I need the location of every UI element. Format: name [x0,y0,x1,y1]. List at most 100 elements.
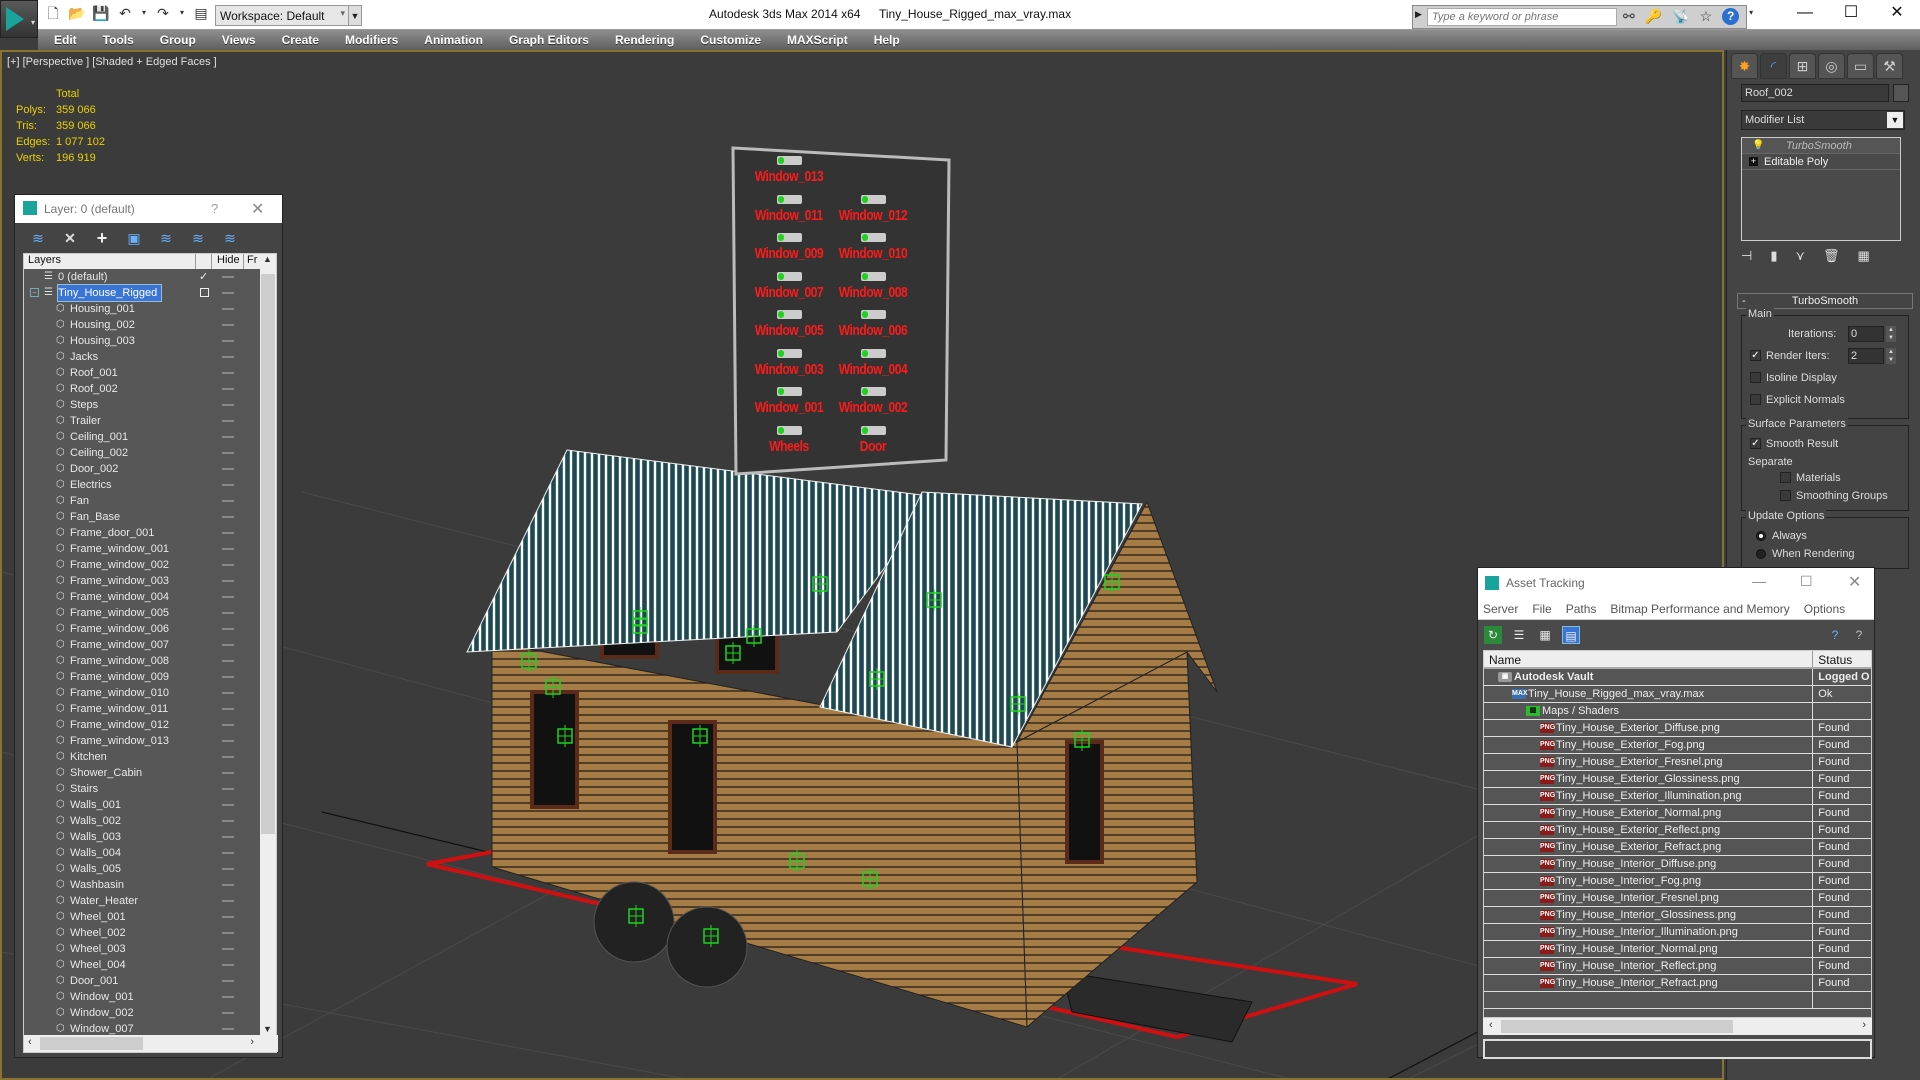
collapse-icon[interactable]: − [30,288,39,297]
rig-helper-icon[interactable] [545,676,561,698]
viewport-label[interactable]: [+] [Perspective ] [Shaded + Edged Faces… [7,56,217,68]
add-to-layer-icon[interactable]: + [93,229,111,247]
asset-row[interactable]: MAX Tiny_House_Rigged_max_vray.max Ok [1484,686,1871,703]
rig-helper-icon[interactable] [521,650,537,672]
control-board-item[interactable]: Window_012 [823,193,923,224]
layer-object-row[interactable]: ⬡ Wheel_001 [24,909,260,925]
layer-object-row[interactable]: ⬡ Electrics [24,477,260,493]
scroll-thumb[interactable] [1501,1020,1733,1033]
asset-row[interactable]: PNG Tiny_House_Interior_Illumination.png F… [1484,924,1871,941]
maximize-button[interactable]: ☐ [1828,0,1874,30]
asset-row[interactable]: PNG Tiny_House_Interior_Glossiness.png Fou… [1484,907,1871,924]
rig-helper-icon[interactable] [1074,729,1090,751]
layer-object-row[interactable]: ⬡ Frame_window_009 [24,669,260,685]
layer-object-row[interactable]: ⬡ Frame_window_012 [24,717,260,733]
hide-toggle[interactable] [222,708,234,710]
scroll-thumb[interactable] [40,1037,143,1050]
hide-toggle[interactable] [222,548,234,550]
app-menu-button[interactable]: ▾ [0,0,38,38]
rig-helper-icon[interactable] [862,868,878,890]
toggle-slider[interactable] [776,348,802,358]
hide-toggle[interactable] [222,868,234,870]
asset-row[interactable]: PNG Tiny_House_Exterior_Diffuse.png Found [1484,720,1871,737]
layer-object-row[interactable]: ⬡ Frame_window_004 [24,589,260,605]
asset-row[interactable]: PNG Tiny_House_Exterior_Fresnel.png Found [1484,754,1871,771]
layer-object-row[interactable]: ⬡ Frame_window_006 [24,621,260,637]
rig-helper-icon[interactable] [746,625,762,647]
minimize-button[interactable]: — [1752,573,1766,589]
control-board-item[interactable]: Window_002 [823,385,923,416]
layer-object-row[interactable]: ⬡ Washbasin [24,877,260,893]
layer-object-row[interactable]: ⬡ Housing_002 [24,317,260,333]
rollout-header[interactable]: - TurboSmooth [1737,293,1913,309]
layer-object-row[interactable]: ⬡ Roof_002 [24,381,260,397]
rig-helper-icon[interactable] [557,725,573,747]
menu-options[interactable]: Options [1804,602,1845,616]
hide-toggle[interactable] [222,836,234,838]
layer-object-row[interactable]: ⬡ Housing_003 [24,333,260,349]
asset-row[interactable]: PNG Tiny_House_Interior_Normal.png Found [1484,941,1871,958]
layer-object-row[interactable]: ⬡ Walls_004 [24,845,260,861]
explicit-normals-checkbox[interactable] [1750,394,1761,405]
dialog-title-bar[interactable]: Layer: 0 (default) ? ✕ [15,195,282,223]
layer-object-row[interactable]: ⬡ Housing_001 [24,301,260,317]
hide-toggle[interactable] [222,644,234,646]
hide-toggle[interactable] [222,884,234,886]
vault-help-icon[interactable]: ? [1826,626,1844,644]
toggle-slider[interactable] [776,271,802,281]
asset-row[interactable]: PNG Tiny_House_Exterior_Refract.png Found [1484,839,1871,856]
layer-object-row[interactable]: ⬡ Walls_005 [24,861,260,877]
binoculars-icon[interactable]: ⚯ [1623,8,1635,25]
hide-toggle[interactable] [222,388,234,390]
redo-dropdown-icon[interactable]: ▾ [178,4,186,22]
expand-icon[interactable]: + [1749,157,1758,166]
control-board-item[interactable]: Window_006 [823,308,923,339]
column-layers[interactable]: Layers [24,254,196,269]
layer-object-row[interactable]: ⬡ Kitchen [24,749,260,765]
refresh-icon[interactable]: ↻ [1484,626,1502,644]
toggle-slider[interactable] [776,233,802,242]
horizontal-scrollbar[interactable]: ‹ › [24,1035,278,1052]
scroll-left-icon[interactable]: ‹ [1489,1019,1493,1031]
configure-modifier-sets-icon[interactable]: ▦ [1858,248,1870,264]
freeze-unfreeze-layers-icon[interactable]: ≋ [221,229,239,247]
hide-toggle[interactable] [222,852,234,854]
hide-toggle[interactable] [222,916,234,918]
object-color-swatch[interactable] [1893,84,1909,102]
hide-toggle[interactable] [222,372,234,374]
hide-toggle[interactable] [222,276,234,278]
asset-row[interactable]: ▨ Maps / Shaders [1484,703,1871,720]
menu-tools[interactable]: Tools [103,33,134,47]
asset-row[interactable]: PNG Tiny_House_Exterior_Glossiness.png Fou… [1484,771,1871,788]
list-view-icon[interactable]: ☰ [1510,626,1528,644]
smooth-result-checkbox[interactable]: ✓ [1750,438,1761,449]
menu-rendering[interactable]: Rendering [615,33,674,47]
layer-object-row[interactable]: ⬡ Roof_001 [24,365,260,381]
layer-object-row[interactable]: ⬡ Door_002 [24,461,260,477]
hide-toggle[interactable] [222,356,234,358]
vertical-scrollbar[interactable]: ▲ ▼ [260,254,276,1036]
hide-toggle[interactable] [222,676,234,678]
layer-object-row[interactable]: ⬡ Walls_001 [24,797,260,813]
hide-toggle[interactable] [222,468,234,470]
hide-toggle[interactable] [222,932,234,934]
dialog-title-bar[interactable]: Asset Tracking — ☐ ✕ [1478,568,1874,598]
lightbulb-icon[interactable]: 💡 [1752,138,1764,154]
toggle-slider[interactable] [860,310,886,319]
help-icon[interactable]: ? [1850,626,1868,644]
toggle-slider[interactable] [860,271,886,281]
tree-view-icon[interactable]: ▦ [1536,626,1554,644]
maximize-button[interactable]: ☐ [1800,573,1813,590]
layer-object-row[interactable]: ⬡ Frame_window_002 [24,557,260,573]
open-file-icon[interactable]: 📂 [68,4,86,22]
hide-toggle[interactable] [222,516,234,518]
layer-object-row[interactable]: ⬡ Frame_window_011 [24,701,260,717]
toggle-slider[interactable] [776,194,802,204]
hide-toggle[interactable] [222,996,234,998]
search-expand-icon[interactable]: ▶ [1415,9,1425,20]
smoothing-groups-checkbox[interactable] [1780,490,1791,501]
hide-toggle[interactable] [222,1012,234,1014]
hide-toggle[interactable] [222,804,234,806]
hide-toggle[interactable] [222,308,234,310]
rig-helper-icon[interactable] [789,850,805,872]
